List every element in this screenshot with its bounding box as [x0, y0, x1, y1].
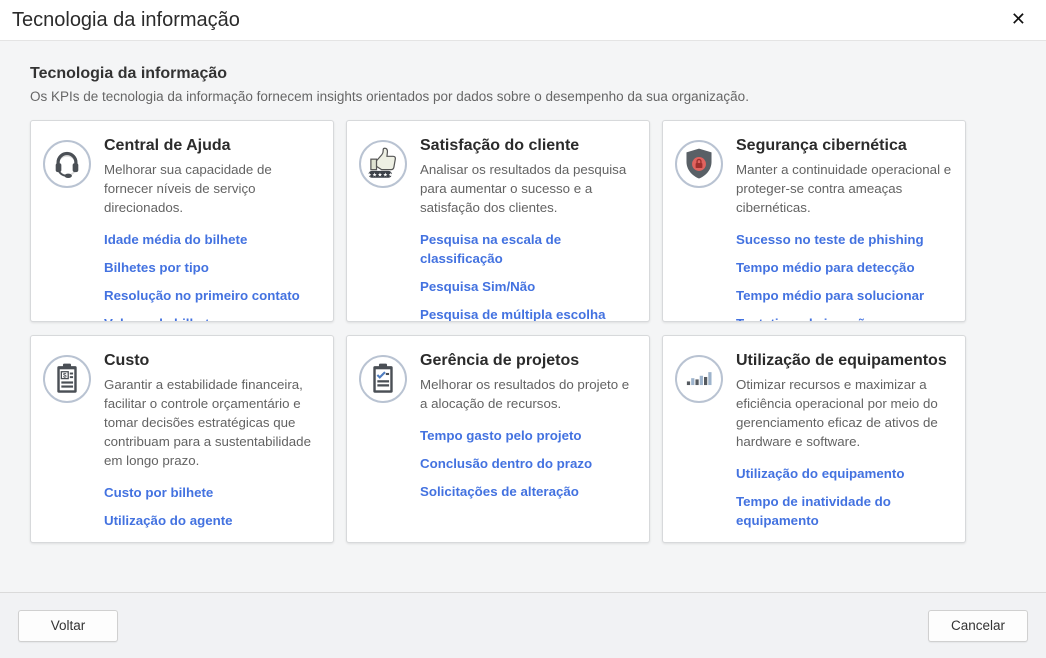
- close-icon[interactable]: ✕: [1007, 9, 1030, 31]
- cancel-button[interactable]: Cancelar: [928, 610, 1028, 642]
- card-title: Satisfação do cliente: [420, 137, 639, 155]
- kpi-link[interactable]: Utilização do agente: [104, 511, 323, 530]
- card-link-list: Pesquisa na escala de classificação Pesqu…: [420, 230, 639, 322]
- section-subtitle: Os KPIs de tecnologia da informação forn…: [30, 89, 1016, 104]
- svg-text:★★★★★: ★★★★★: [367, 171, 394, 178]
- it-kpi-dialog: Tecnologia da informação ✕ Tecnologia da…: [0, 0, 1046, 658]
- kpi-link[interactable]: Pesquisa na escala de classificação: [420, 230, 639, 268]
- kpi-card[interactable]: Utilização de equipamentos Otimizar recu…: [662, 335, 966, 543]
- card-description: Analisar os resultados da pesquisa para …: [420, 160, 639, 217]
- kpi-link[interactable]: Tempo entre falhas: [736, 539, 955, 543]
- back-button[interactable]: Voltar: [18, 610, 118, 642]
- card-link-list: Utilização do equipamento Tempo de inativ…: [736, 464, 955, 543]
- kpi-link[interactable]: Sucesso no teste de phishing: [736, 230, 955, 249]
- kpi-link[interactable]: Tempo gasto pelo projeto: [420, 426, 639, 445]
- cost-clipboard-icon: $: [43, 355, 91, 403]
- kpi-card[interactable]: Central de Ajuda Melhorar sua capacidade…: [30, 120, 334, 322]
- kpi-link[interactable]: Idade média do bilhete: [104, 230, 323, 249]
- kpi-link[interactable]: Custo por bilhete: [104, 483, 323, 502]
- kpi-link[interactable]: Bilhetes por tipo: [104, 258, 323, 277]
- kpi-card[interactable]: Segurança cibernética Manter a continuid…: [662, 120, 966, 322]
- card-link-list: Sucesso no teste de phishing Tempo médio …: [736, 230, 955, 322]
- kpi-link[interactable]: Solicitações de alteração: [420, 482, 639, 501]
- kpi-card[interactable]: Gerência de projetos Melhorar os resulta…: [346, 335, 650, 543]
- kpi-link[interactable]: Pesquisa de múltipla escolha: [420, 305, 639, 322]
- dialog-footer: Voltar Cancelar: [0, 592, 1046, 658]
- kpi-link[interactable]: Tentativas de invasão por semana: [736, 314, 955, 322]
- card-title: Custo: [104, 352, 323, 370]
- headset-icon: [43, 140, 91, 188]
- card-description: Garantir a estabilidade financeira, faci…: [104, 375, 323, 470]
- card-link-list: Idade média do bilhete Bilhetes por tipo R…: [104, 230, 323, 322]
- svg-text:$: $: [63, 372, 67, 379]
- kpi-link[interactable]: Custos do Projeto: [104, 539, 323, 543]
- kpi-link[interactable]: Pesquisa Sim/Não: [420, 277, 639, 296]
- card-title: Segurança cibernética: [736, 137, 955, 155]
- shield-lock-icon: [675, 140, 723, 188]
- kpi-card-grid: Central de Ajuda Melhorar sua capacidade…: [30, 120, 1016, 543]
- kpi-card[interactable]: ★★★★★ Satisfação do cliente Analisar os …: [346, 120, 650, 322]
- dialog-header: Tecnologia da informação ✕: [0, 0, 1046, 41]
- bar-chart-icon: [675, 355, 723, 403]
- section-title: Tecnologia da informação: [30, 65, 1016, 83]
- card-title: Gerência de projetos: [420, 352, 639, 370]
- kpi-link[interactable]: Tempo de inatividade do equipamento: [736, 492, 955, 530]
- card-title: Utilização de equipamentos: [736, 352, 955, 370]
- kpi-link[interactable]: Tempo médio para solucionar: [736, 286, 955, 305]
- card-description: Melhorar sua capacidade de fornecer níve…: [104, 160, 323, 217]
- kpi-link[interactable]: Utilização do equipamento: [736, 464, 955, 483]
- kpi-link[interactable]: Conclusão dentro do prazo: [420, 454, 639, 473]
- kpi-link[interactable]: Tempo médio para detecção: [736, 258, 955, 277]
- kpi-link[interactable]: Volume de bilhetes: [104, 314, 323, 322]
- card-description: Manter a continuidade operacional e prot…: [736, 160, 955, 217]
- dialog-body: Tecnologia da informação Os KPIs de tecn…: [0, 41, 1046, 592]
- dialog-title: Tecnologia da informação: [12, 9, 240, 32]
- card-link-list: Tempo gasto pelo projeto Conclusão dentro…: [420, 426, 639, 501]
- card-title: Central de Ajuda: [104, 137, 323, 155]
- thumbs-up-rating-icon: ★★★★★: [359, 140, 407, 188]
- kpi-card[interactable]: $ Custo Garantir a estabilidade financei…: [30, 335, 334, 543]
- project-checklist-icon: [359, 355, 407, 403]
- card-description: Otimizar recursos e maximizar a eficiênc…: [736, 375, 955, 451]
- card-link-list: Custo por bilhete Utilização do agente Cus…: [104, 483, 323, 543]
- kpi-link[interactable]: Resolução no primeiro contato: [104, 286, 323, 305]
- card-description: Melhorar os resultados do projeto e a al…: [420, 375, 639, 413]
